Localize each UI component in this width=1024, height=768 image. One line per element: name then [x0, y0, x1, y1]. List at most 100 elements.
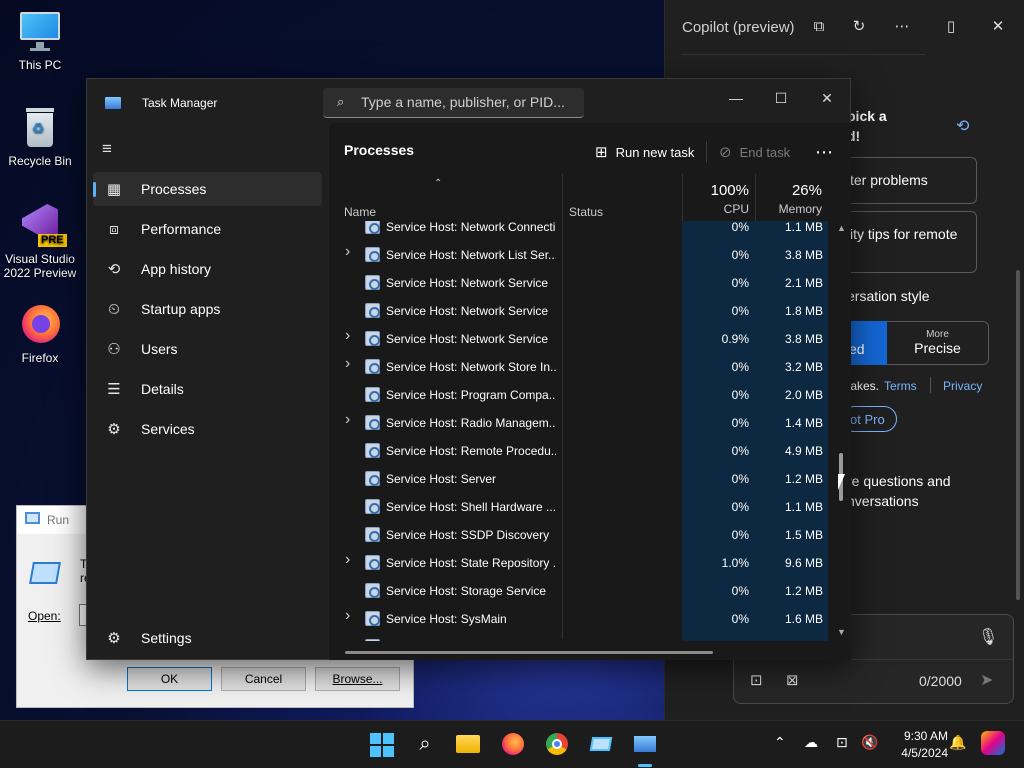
process-row[interactable]: Service Host: Server 0% 1.2 MB — [329, 465, 839, 493]
expand-chevron-icon[interactable]: › — [345, 243, 350, 261]
desktop-icon-recycle-bin[interactable]: ♻ Recycle Bin — [0, 106, 80, 168]
run-new-task-button[interactable]: ⊞ Run new task — [595, 136, 694, 168]
task-manager-titlebar[interactable]: Task Manager ⌕ — ☐ ✕ — [87, 79, 850, 127]
mistakes-text: takes. — [847, 379, 880, 393]
char-count: 0/2000 — [919, 673, 962, 689]
nav-app-history[interactable]: ⟲ App history — [93, 252, 322, 286]
cancel-button[interactable]: Cancel — [221, 667, 306, 691]
run-app-icon[interactable] — [588, 731, 614, 757]
notification-bell-icon[interactable]: 🔔 — [949, 734, 966, 751]
process-row[interactable]: Service Host: Shell Hardware ... 0% 1.1 MB — [329, 493, 839, 521]
chrome-icon[interactable] — [544, 731, 570, 757]
hamburger-menu-icon[interactable]: ≡ — [102, 139, 112, 159]
expand-chevron-icon[interactable]: › — [345, 411, 350, 429]
expand-chevron-icon[interactable]: › — [345, 355, 350, 373]
volume-muted-icon[interactable]: 🔇 — [861, 734, 878, 751]
process-row[interactable]: Service Host: Storage Service 0% 1.2 MB — [329, 577, 839, 605]
process-row[interactable]: Service Host: Network Service 0% 1.8 MB — [329, 297, 839, 325]
scroll-up-arrow[interactable]: ▲ — [837, 223, 846, 233]
close-icon[interactable]: ✕ — [988, 17, 1008, 37]
nav-users[interactable]: ⚇ Users — [93, 332, 322, 366]
firefox-icon[interactable] — [500, 731, 526, 757]
process-cpu: 1.0% — [682, 549, 755, 577]
screenshot-icon[interactable]: ⊡ — [750, 671, 763, 689]
style-balanced-button[interactable]: ed — [849, 321, 887, 365]
nav-settings[interactable]: ⚙ Settings — [93, 621, 322, 655]
process-row[interactable]: › Service Host: SysMain 0% 1.6 MB — [329, 605, 839, 633]
status-column-header[interactable]: Status — [569, 174, 603, 223]
search-input[interactable] — [361, 88, 576, 116]
style-precise-button[interactable]: More Precise — [887, 321, 989, 365]
search-icon[interactable]: ⌕ — [412, 731, 438, 757]
suggestion-button-1[interactable]: ter problems — [835, 157, 977, 204]
copilot-title: Copilot (preview) — [682, 18, 795, 36]
nav-startup-apps[interactable]: ⏲ Startup apps — [93, 292, 322, 326]
more-options-button[interactable]: ⋯ — [815, 136, 833, 168]
expand-chevron-icon[interactable]: › — [345, 327, 350, 345]
terms-link[interactable]: Terms — [884, 379, 917, 393]
nav-services[interactable]: ⚙ Services — [93, 412, 322, 446]
nav-processes[interactable]: ▦ Processes — [93, 172, 322, 206]
nav-performance[interactable]: ⧈ Performance — [93, 212, 322, 246]
process-memory: 2.1 MB — [755, 269, 828, 297]
process-row[interactable]: Service Host: SSDP Discovery 0% 1.5 MB — [329, 521, 839, 549]
copilot-scrollbar[interactable] — [1016, 270, 1020, 600]
page-title: Processes — [344, 142, 415, 158]
image-capture-icon[interactable]: ⊠ — [786, 671, 799, 689]
desktop-icon-this-pc[interactable]: This PC — [0, 10, 80, 72]
memory-column-header[interactable]: 26% Memory — [755, 174, 822, 223]
file-explorer-icon[interactable] — [456, 731, 482, 757]
maximize-button[interactable]: ☐ — [758, 83, 804, 113]
desktop-icon-firefox[interactable]: Firefox — [0, 303, 80, 365]
process-row[interactable]: Service Host: Remote Procedu... 0% 4.9 MB — [329, 437, 839, 465]
scroll-down-arrow[interactable]: ▼ — [837, 627, 846, 637]
new-topic-icon[interactable]: ⟲ — [956, 116, 969, 136]
copilot-icon[interactable] — [981, 731, 1005, 755]
end-task-button[interactable]: ⊘ End task — [719, 136, 790, 168]
expand-chevron-icon[interactable]: › — [345, 551, 350, 569]
cpu-column-header[interactable]: 100% CPU — [682, 174, 749, 223]
dock-panel-icon[interactable]: ▯ — [941, 17, 961, 37]
process-row[interactable]: Service Host: Network Service 0% 2.1 MB — [329, 269, 839, 297]
nav-details[interactable]: ☰ Details — [93, 372, 322, 406]
process-row[interactable]: › Service Host: Network Store In... 0% 3.2 … — [329, 353, 839, 381]
process-row[interactable]: › Service Host: Network List Ser... 0% 3.8 … — [329, 241, 839, 269]
send-icon[interactable]: ➤ — [980, 670, 993, 690]
process-row[interactable]: › Service Host: Radio Managem... 0% 1.4 MB — [329, 409, 839, 437]
process-name: Service Host: SSDP Discovery — [386, 528, 550, 542]
privacy-link[interactable]: Privacy — [943, 379, 982, 393]
expand-chevron-icon[interactable]: › — [345, 607, 350, 625]
process-row[interactable]: › Service Host: State Repository ... 1.0% 9… — [329, 549, 839, 577]
desktop-icon-label: Visual Studio 2022 Preview — [3, 252, 77, 280]
name-column-header[interactable]: Name — [344, 174, 376, 223]
nav-label: Startup apps — [141, 301, 221, 317]
browse-button[interactable]: Browse... — [315, 667, 400, 691]
process-cpu: 0% — [682, 409, 755, 437]
process-row[interactable]: Service Host: System Event No... 0%1.1 MB — [329, 633, 839, 641]
process-row[interactable]: Service Host: Network Connecti... 0% 1.1 M… — [329, 221, 839, 241]
start-icon[interactable] — [368, 731, 394, 757]
desktop-icon-visual-studio[interactable]: PRE Visual Studio 2022 Preview — [0, 204, 80, 280]
onedrive-icon[interactable]: ☁ — [804, 734, 818, 751]
settings-gear-icon: ⚙ — [107, 630, 121, 647]
ok-button[interactable]: OK — [127, 667, 212, 691]
show-hidden-icons-chevron-icon[interactable]: ⌃ — [774, 734, 786, 751]
run-app-icon — [25, 512, 40, 524]
vertical-scrollbar[interactable]: ▲ ▼ — [837, 223, 846, 641]
microphone-icon[interactable]: 🎙 — [978, 627, 998, 647]
search-box[interactable]: ⌕ — [323, 88, 584, 118]
more-options-icon[interactable]: ⋯ — [892, 17, 912, 37]
task-manager-icon[interactable] — [632, 731, 658, 757]
process-row[interactable]: Service Host: Program Compa... 0% 2.0 MB — [329, 381, 839, 409]
suggestion-button-2[interactable]: ity tips for remote — [835, 211, 977, 273]
network-icon[interactable]: ⊡ — [836, 734, 848, 751]
open-in-new-icon[interactable]: ⧉ — [809, 17, 829, 37]
clock[interactable]: 9:30 AM 4/5/2024 — [888, 728, 948, 762]
horizontal-scrollbar[interactable] — [345, 651, 713, 654]
process-row[interactable]: › Service Host: Network Service 0.9% 3.8 MB — [329, 325, 839, 353]
performance-icon: ⧈ — [109, 220, 119, 238]
minimize-button[interactable]: — — [713, 83, 759, 113]
close-button[interactable]: ✕ — [804, 83, 850, 113]
process-name: Service Host: Network Connecti... — [386, 221, 556, 234]
refresh-icon[interactable]: ↻ — [849, 17, 869, 37]
